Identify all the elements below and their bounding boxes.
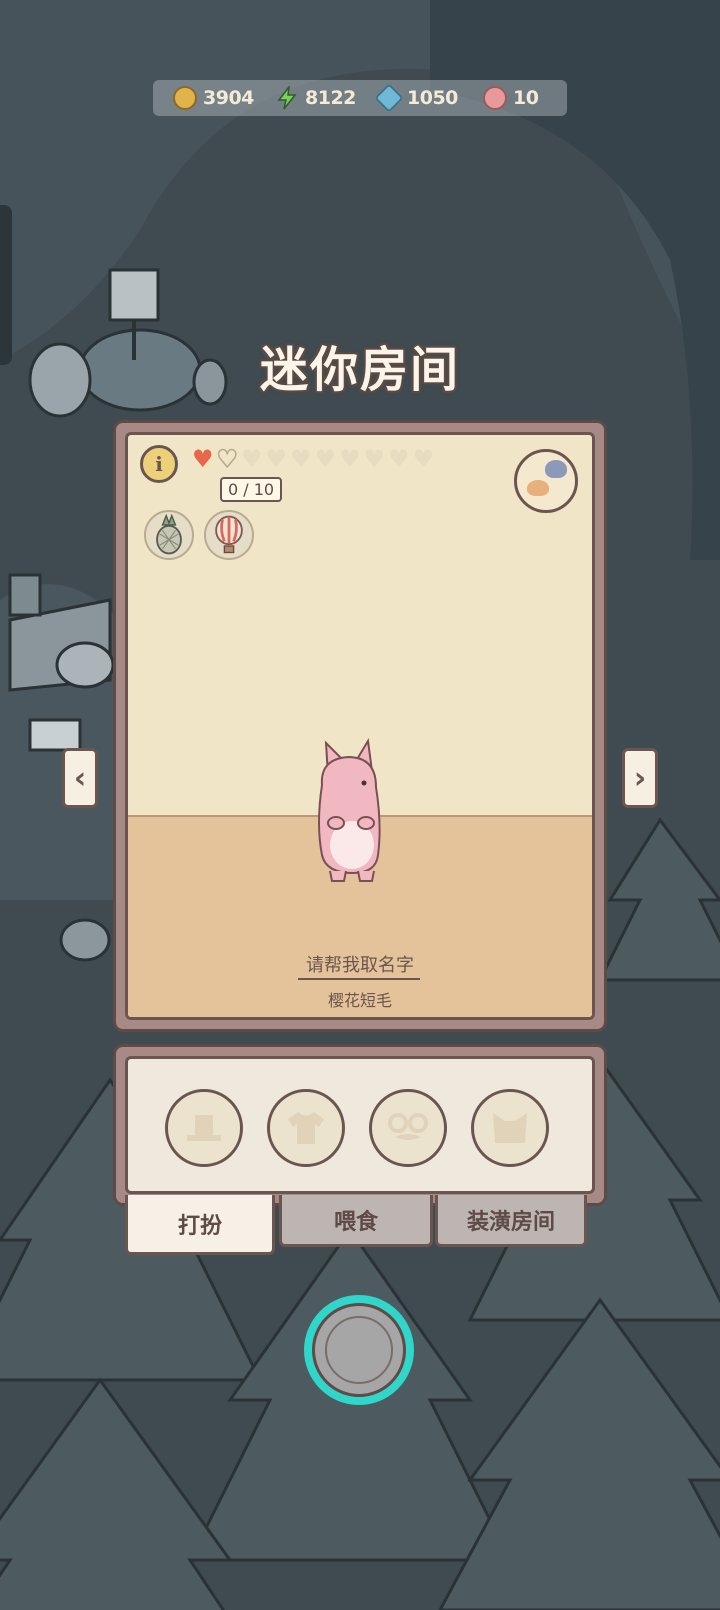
food-value: 10 bbox=[513, 87, 539, 109]
switch-cat-button[interactable] bbox=[514, 449, 578, 513]
chevron-left-icon: ‹ bbox=[73, 760, 87, 796]
resource-coins[interactable]: 3904 bbox=[173, 80, 254, 116]
shirt-slot[interactable] bbox=[267, 1089, 345, 1167]
tab-dressup[interactable]: 打扮 bbox=[125, 1195, 275, 1255]
heart-icon: ♥ bbox=[290, 445, 312, 473]
gem-icon bbox=[374, 83, 404, 113]
coin-icon bbox=[173, 86, 197, 110]
name-cat-prompt[interactable]: 请帮我取名字 bbox=[128, 951, 592, 977]
main-action-button-face bbox=[312, 1303, 406, 1397]
main-action-button-ring bbox=[325, 1316, 393, 1384]
next-room-button[interactable]: › bbox=[622, 748, 658, 808]
pineapple-icon bbox=[156, 513, 182, 555]
page-title: 迷你房间 bbox=[259, 342, 460, 398]
hot-air-balloon-icon bbox=[215, 515, 243, 554]
glasses-slot[interactable] bbox=[369, 1089, 447, 1167]
shirt-icon bbox=[288, 1112, 324, 1144]
meat-icon bbox=[483, 86, 507, 110]
cat-character[interactable] bbox=[308, 735, 398, 885]
tab-label: 装潢房间 bbox=[466, 1209, 555, 1235]
previous-room-button[interactable]: ‹ bbox=[62, 748, 98, 808]
heart-icon: ♥ bbox=[339, 445, 361, 473]
heart-icon: ♥ bbox=[265, 445, 288, 473]
heart-icon: ♥ bbox=[216, 445, 239, 473]
main-action-button[interactable] bbox=[304, 1295, 414, 1405]
chevron-right-icon: › bbox=[633, 760, 647, 796]
cat-face-icon bbox=[493, 1113, 527, 1143]
pineapple-badge[interactable] bbox=[144, 510, 194, 560]
heart-icon: ♥ bbox=[192, 445, 214, 473]
tab-label: 打扮 bbox=[177, 1213, 222, 1239]
lightning-icon bbox=[277, 86, 297, 110]
heart-icon: ♥ bbox=[314, 445, 337, 473]
heart-icon: ♥ bbox=[363, 445, 386, 473]
resource-energy[interactable]: 8122 bbox=[275, 80, 356, 116]
coins-value: 3904 bbox=[203, 87, 254, 109]
mini-room: i ♥ ♥ ♥ ♥ ♥ ♥ ♥ ♥ ♥ ♥ 0 / 10 请帮我取名字 樱花短毛 bbox=[125, 432, 595, 1020]
info-button[interactable]: i bbox=[140, 445, 178, 483]
accessory-slot[interactable] bbox=[471, 1089, 549, 1167]
heart-icon: ♥ bbox=[241, 445, 263, 473]
cat-face-icon bbox=[545, 460, 567, 478]
tab-label: 喂食 bbox=[333, 1209, 378, 1235]
hat-slot[interactable] bbox=[165, 1089, 243, 1167]
hat-icon bbox=[187, 1115, 221, 1141]
balloon-badge[interactable] bbox=[204, 510, 254, 560]
dressup-panel bbox=[125, 1056, 595, 1194]
gems-value: 1050 bbox=[407, 87, 458, 109]
affection-count: 0 / 10 bbox=[220, 477, 283, 502]
cat-breed: 樱花短毛 bbox=[327, 991, 392, 1010]
energy-value: 8122 bbox=[305, 87, 356, 109]
tab-feed[interactable]: 喂食 bbox=[279, 1195, 433, 1247]
cat-face-icon bbox=[527, 480, 549, 496]
affection-hearts: ♥ ♥ ♥ ♥ ♥ ♥ ♥ ♥ ♥ ♥ bbox=[192, 445, 435, 473]
tab-decorate-room[interactable]: 装潢房间 bbox=[435, 1195, 587, 1247]
resource-bar: 3904 8122 1050 10 bbox=[153, 80, 567, 116]
resource-gems[interactable]: 1050 bbox=[374, 80, 458, 116]
heart-icon: ♥ bbox=[388, 445, 410, 473]
glasses-icon bbox=[388, 1113, 428, 1140]
resource-food[interactable]: 10 bbox=[483, 80, 539, 116]
heart-icon: ♥ bbox=[412, 445, 435, 473]
name-underline bbox=[298, 978, 420, 980]
